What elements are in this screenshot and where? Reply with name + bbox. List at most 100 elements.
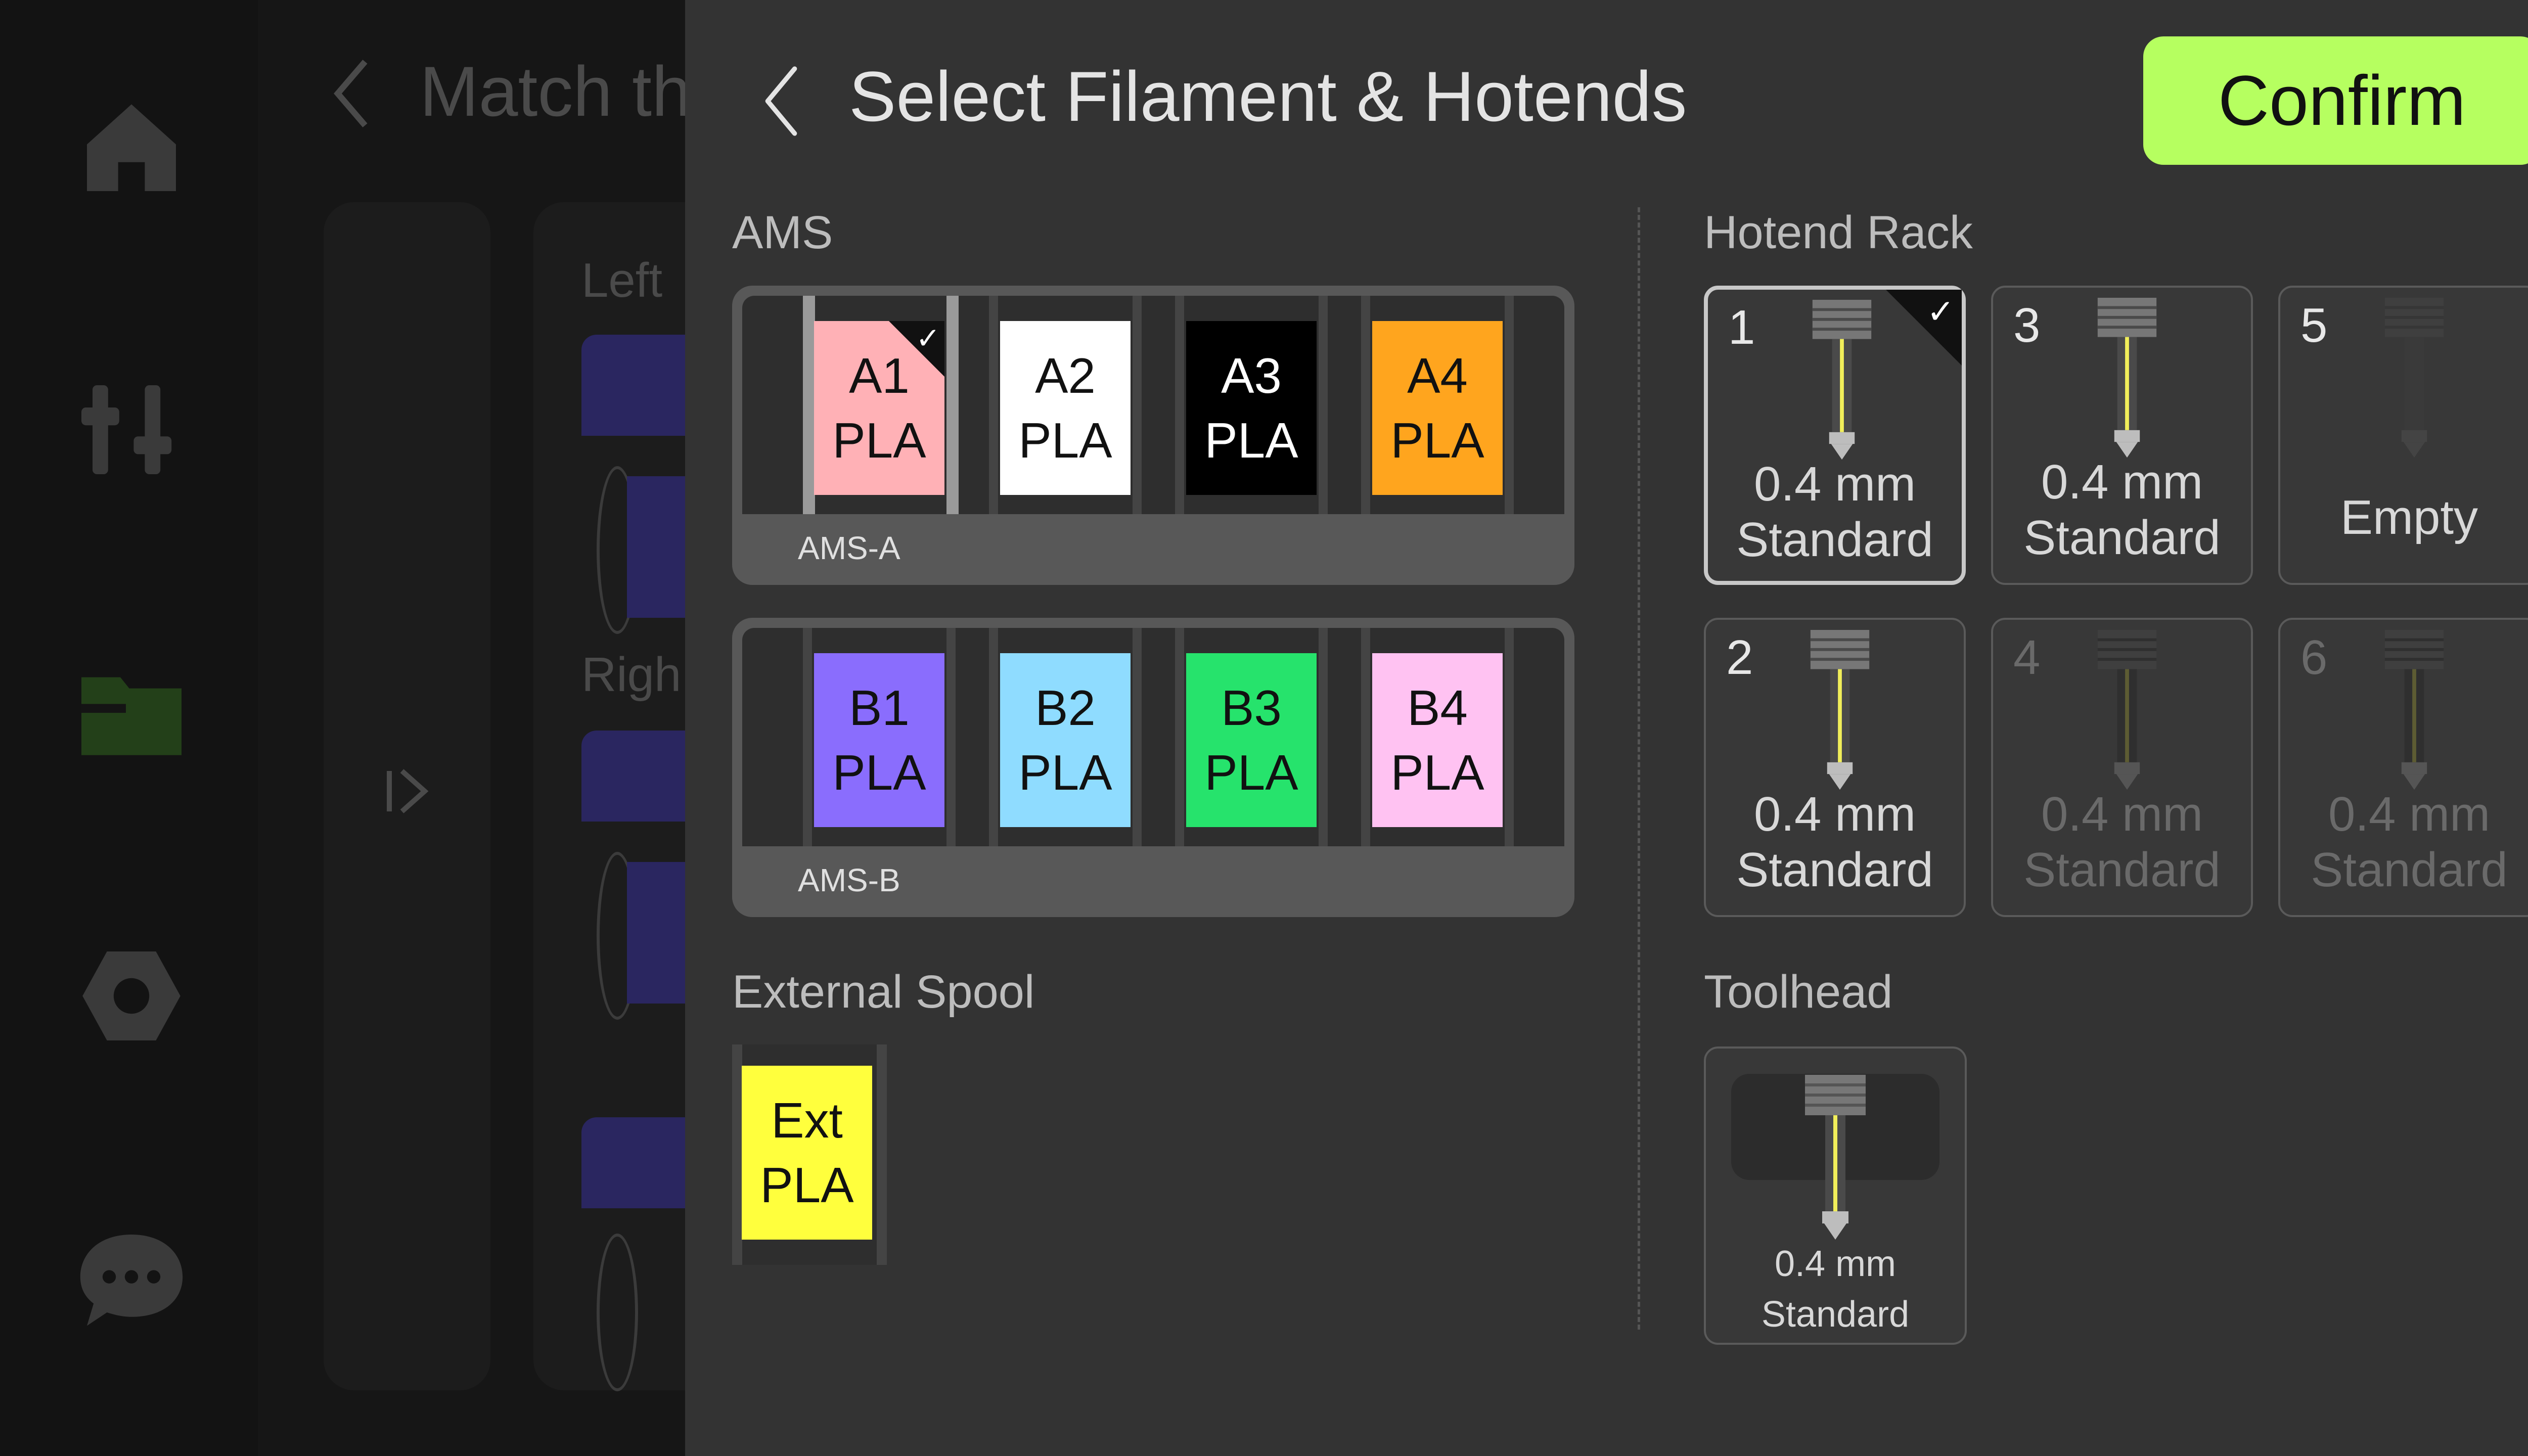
check-icon: ✓ — [1926, 293, 1955, 330]
slot-rail — [1319, 296, 1328, 514]
slot-rail — [803, 628, 812, 846]
ams-unit-name: AMS-A — [798, 530, 900, 566]
slot-rail — [946, 296, 959, 514]
hotend-number: 1 — [1728, 300, 1755, 354]
hotend-slot[interactable]: 3 0.4 mm Standard — [1991, 286, 2253, 585]
ams-slot[interactable]: A1 PLA ✓ — [814, 321, 944, 495]
background-right-label: Righ — [581, 648, 682, 702]
hotend-number: 5 — [2300, 298, 2328, 352]
nozzle-icon — [2097, 630, 2157, 790]
toolhead-nozzle-size: 0.4 mm — [1774, 1244, 1897, 1284]
external-spool-slot[interactable]: Ext PLA — [742, 1066, 872, 1240]
toolhead-card[interactable]: 0.4 mm Standard — [1704, 1046, 1967, 1345]
sidebar — [0, 0, 258, 1456]
slot-rail — [1361, 296, 1370, 514]
hotend-nozzle-type: Standard — [2023, 843, 2221, 897]
hotend-slot[interactable]: 4 0.4 mm Standard — [1991, 618, 2253, 917]
ams-slot[interactable]: A2 PLA — [1000, 321, 1131, 495]
ams-slot[interactable]: B2 PLA — [1000, 653, 1131, 827]
hotend-number: 4 — [2013, 630, 2041, 685]
hotend-rack-label: Hotend Rack — [1704, 207, 1973, 258]
ams-tray: B1 PLA B2 PLA B3 PLA B4 PLA — [742, 628, 1564, 846]
slot-rail — [803, 296, 815, 514]
nozzle-icon — [1810, 630, 1870, 790]
slot-rail — [1133, 628, 1142, 846]
ams-slot[interactable]: B3 PLA — [1186, 653, 1317, 827]
ams-unit-name: AMS-B — [798, 862, 900, 898]
slot-id: A3 — [1221, 348, 1282, 403]
hotend-nozzle-size: 0.4 mm — [2328, 787, 2491, 841]
nozzle-icon — [1805, 1075, 1866, 1240]
confirm-button[interactable]: Confirm — [2143, 36, 2528, 165]
slot-material: PLA — [1390, 413, 1484, 468]
hotend-slot[interactable]: 1 0.4 mm Standard ✓ — [1704, 286, 1966, 585]
ams-tray: A1 PLA ✓ A2 PLA A3 PLA A4 PLA — [742, 296, 1564, 514]
external-spool-label: External Spool — [732, 966, 1035, 1018]
hotend-slot[interactable]: 2 0.4 mm Standard — [1704, 618, 1966, 917]
slot-rail — [1175, 628, 1184, 846]
section-divider — [1638, 207, 1640, 1330]
chevron-left-icon[interactable] — [761, 63, 801, 139]
hotend-number: 2 — [1726, 630, 1753, 685]
select-filament-hotends-dialog: Select Filament & Hotends Confirm AMS A1… — [685, 0, 2528, 1456]
slot-id: A4 — [1407, 348, 1468, 403]
slot-rail — [946, 628, 956, 846]
slot-rail — [1361, 628, 1370, 846]
toolhead-nozzle-type: Standard — [1761, 1294, 1910, 1335]
hotend-number: 3 — [2013, 298, 2041, 352]
slot-rail — [1175, 296, 1184, 514]
home-icon[interactable] — [76, 91, 187, 202]
ams-section-label: AMS — [732, 207, 833, 258]
background-collapsed-panel — [324, 202, 490, 1390]
slot-id: A2 — [1035, 348, 1096, 403]
slot-rail — [1133, 296, 1142, 514]
slot-material: PLA — [832, 413, 926, 468]
ams-slot[interactable]: B1 PLA — [814, 653, 944, 827]
ams-unit: A1 PLA ✓ A2 PLA A3 PLA A4 PLA AMS-A — [732, 286, 1574, 585]
settings-hex-icon[interactable] — [76, 940, 187, 1052]
slot-id: B3 — [1221, 680, 1282, 736]
slot-id: B4 — [1407, 680, 1468, 736]
slot-id: Ext — [771, 1093, 843, 1148]
slot-material: PLA — [760, 1157, 854, 1213]
slot-material: PLA — [1018, 413, 1112, 468]
hotend-nozzle-size: 0.4 mm — [2041, 455, 2203, 509]
ams-slot[interactable]: A3 PLA — [1186, 321, 1317, 495]
slot-rail — [1505, 628, 1514, 846]
ams-slot[interactable]: B4 PLA — [1372, 653, 1503, 827]
chat-icon[interactable] — [76, 1223, 187, 1335]
slot-rail — [989, 296, 998, 514]
folder-icon[interactable] — [76, 657, 187, 768]
hotend-slot[interactable]: 5 Empty — [2278, 286, 2528, 585]
hotend-nozzle-size: 0.4 mm — [2041, 787, 2203, 841]
hotend-nozzle-size: 0.4 mm — [1753, 787, 1916, 841]
background-page: Match th Left Righ — [258, 0, 743, 1456]
tune-icon[interactable] — [76, 374, 187, 485]
check-icon: ✓ — [916, 322, 940, 355]
background-page-title: Match th — [420, 52, 691, 131]
slot-rail — [1319, 628, 1328, 846]
nozzle-icon — [1812, 300, 1872, 460]
background-left-label: Left — [581, 253, 663, 307]
slot-material: PLA — [1018, 745, 1112, 800]
nozzle-icon — [2384, 298, 2444, 458]
slot-material: PLA — [1204, 745, 1298, 800]
slot-id: B1 — [849, 680, 910, 736]
ams-unit: B1 PLA B2 PLA B3 PLA B4 PLA AMS-B — [732, 618, 1574, 917]
nozzle-icon — [2097, 298, 2157, 458]
hotend-nozzle-size: 0.4 mm — [1753, 457, 1916, 511]
slot-rail — [1505, 296, 1514, 514]
hotend-nozzle-type: Standard — [2311, 843, 2508, 897]
ams-slot[interactable]: A4 PLA — [1372, 321, 1503, 495]
dialog-title: Select Filament & Hotends — [849, 57, 1687, 136]
hotend-slot[interactable]: 6 0.4 mm Standard — [2278, 618, 2528, 917]
expand-panel-icon[interactable] — [382, 763, 432, 819]
slot-rail — [989, 628, 998, 846]
slot-id: B2 — [1035, 680, 1096, 736]
hotend-empty-label: Empty — [2340, 490, 2478, 544]
background-back-icon — [334, 60, 368, 127]
toolhead-label: Toolhead — [1704, 966, 1893, 1018]
hotend-nozzle-type: Standard — [2023, 511, 2221, 565]
slot-material: PLA — [1390, 745, 1484, 800]
hotend-nozzle-type: Standard — [1736, 843, 1933, 897]
